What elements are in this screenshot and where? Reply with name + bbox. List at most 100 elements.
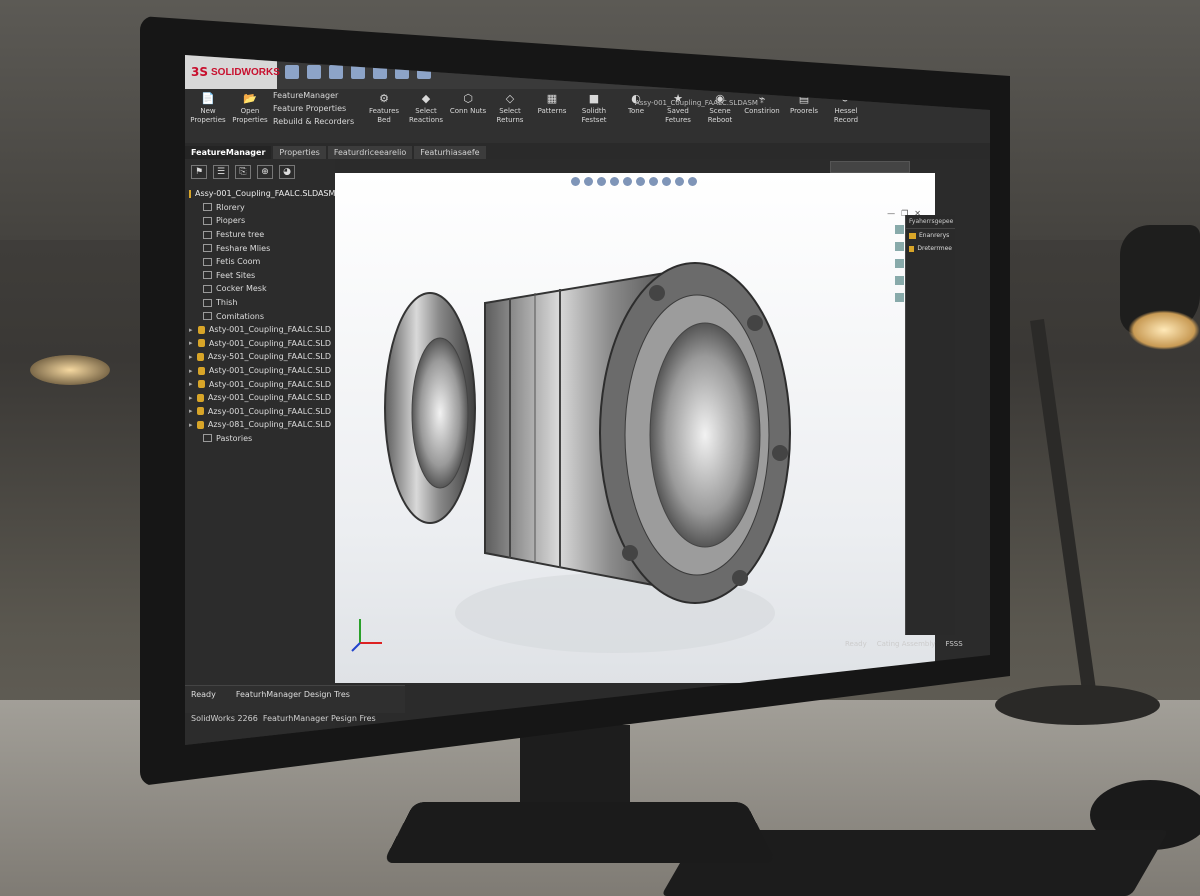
task-pane-item[interactable]: Dreterrmee	[906, 242, 955, 255]
mates-icon	[203, 312, 212, 321]
expand-caret-icon[interactable]: ▸	[189, 407, 193, 415]
tree-item[interactable]: Thish	[189, 296, 331, 310]
part-node[interactable]: ▸ Asty-001_Coupling_FAALC.SLD	[189, 337, 331, 351]
ribbon-button-features[interactable]: ⚙ Features Bed	[365, 91, 403, 125]
command-tabs: FeatureManager Properties Featurdriceear…	[185, 143, 990, 159]
tab-feature-hierarchy[interactable]: Featurhiasaefe	[414, 146, 486, 159]
tab-featuremanager[interactable]: FeatureManager	[185, 146, 272, 159]
pendant-lamp	[30, 355, 110, 385]
status-bar-left: Ready FeaturhManager Design Tres	[185, 685, 405, 713]
plane-icon	[203, 271, 212, 280]
ribbon-button-select-returns[interactable]: ◇ Select Returns	[491, 91, 529, 125]
dimxpert-tab-icon[interactable]: ⊕	[257, 165, 273, 179]
part-node[interactable]: ▸ Azsy-001_Coupling_FAALC.SLD	[189, 391, 331, 405]
folder-icon	[909, 245, 915, 252]
appearances-icon[interactable]	[895, 293, 904, 302]
tree-item[interactable]: Feet Sites	[189, 269, 331, 283]
design-library-icon[interactable]	[895, 242, 904, 251]
expand-caret-icon[interactable]: ▸	[189, 421, 193, 429]
feature-tree-tab-icon[interactable]: ⚑	[191, 165, 207, 179]
expand-caret-icon[interactable]: ▸	[189, 380, 194, 388]
open-folder-icon: 📂	[243, 91, 257, 105]
task-pane: Fyaherrsgepee Enanrerys Dreterrmee	[905, 215, 955, 635]
plane-icon	[203, 284, 212, 293]
part-node[interactable]: ▸ Azsy-081_Coupling_FAALC.SLD	[189, 418, 331, 432]
tree-item[interactable]: Comitations	[189, 309, 331, 323]
task-pane-item[interactable]: Enanrerys	[906, 229, 955, 242]
save-icon[interactable]	[329, 65, 343, 79]
tree-root[interactable]: Assy-001_Coupling_FAALC.SLDASM	[189, 187, 335, 201]
ribbon-button-scene[interactable]: ◉ Scene Reboot	[701, 91, 739, 125]
featuremanager-panel: ⚑ ☰ ⎘ ⊕ ◕ Assy-001_Coupling_FAALC.SLDASM…	[185, 159, 335, 745]
open-properties-button[interactable]: 📂 Open Properties	[231, 91, 269, 125]
rebuild-recorders-button[interactable]: Rebuild & Recorders	[273, 117, 361, 126]
reference-triad	[351, 619, 382, 652]
tree-item[interactable]: Feshare Mlies	[189, 241, 331, 255]
tree-item[interactable]: Cocker Mesk	[189, 282, 331, 296]
new-document-icon: 📄	[201, 91, 215, 105]
new-properties-button[interactable]: 📄 New Properties	[189, 91, 227, 125]
config-manager-tab-icon[interactable]: ⎘	[235, 165, 251, 179]
expand-caret-icon[interactable]: ▸	[189, 353, 193, 361]
search-input[interactable]	[830, 161, 910, 173]
part-node[interactable]: ▸ Asty-001_Coupling_FAALC.SLD	[189, 323, 331, 337]
ds-logo-icon: 3S	[191, 65, 208, 79]
display-manager-tab-icon[interactable]: ◕	[279, 165, 295, 179]
folder-icon	[203, 244, 212, 253]
view-palette-icon[interactable]	[895, 276, 904, 285]
origin-icon	[203, 298, 212, 307]
expand-caret-icon[interactable]: ▸	[189, 326, 194, 334]
task-pane-title: Fyaherrsgepee	[906, 215, 955, 229]
part-icon	[197, 366, 205, 375]
document-title: Assy-001_Coupling_FAALC.SLDASM *	[635, 99, 764, 107]
part-node[interactable]: ▸ Asty-001_Coupling_FAALC.SLD	[189, 364, 331, 378]
part-icon	[197, 407, 204, 416]
tree-item[interactable]: Fetis Coom	[189, 255, 331, 269]
tab-properties[interactable]: Properties	[273, 146, 326, 159]
part-node[interactable]: ▸ Asty-001_Coupling_FAALC.SLD	[189, 377, 331, 391]
property-manager-tab-icon[interactable]: ☰	[213, 165, 229, 179]
folder-icon	[203, 203, 212, 212]
select-icon: ◆	[421, 91, 431, 105]
folder-icon	[203, 216, 212, 225]
monitor-stand-neck	[520, 725, 630, 805]
ribbon-button-conn-nuts[interactable]: ⬡ Conn Nuts	[449, 91, 487, 116]
ribbon-button-saved[interactable]: ★ Saved Fetures	[659, 91, 697, 125]
part-icon	[197, 352, 204, 361]
part-icon	[197, 325, 205, 334]
desk-lamp-light	[1128, 310, 1200, 350]
graphics-area[interactable]: — ❐ ✕	[335, 173, 935, 683]
part-icon	[197, 380, 205, 389]
desk-lamp-base	[995, 685, 1160, 725]
ribbon-column: FeatureManager Feature Properties Rebuil…	[273, 91, 361, 126]
folder-icon	[909, 232, 916, 239]
tree-item[interactable]: Festure tree	[189, 228, 331, 242]
expand-caret-icon[interactable]: ▸	[189, 367, 194, 375]
status-bar-right: Ready Cating Assembly FSSS	[845, 640, 963, 648]
monitor-stand-base	[382, 802, 778, 864]
select-returns-icon: ◇	[505, 91, 515, 105]
resources-icon[interactable]	[895, 225, 904, 234]
part-node[interactable]: ▸ Azsy-001_Coupling_FAALC.SLD	[189, 405, 331, 419]
part-icon	[197, 393, 204, 402]
feature-properties-button[interactable]: Feature Properties	[273, 104, 361, 113]
expand-caret-icon[interactable]: ▸	[189, 339, 194, 347]
panel-tabs: ⚑ ☰ ⎘ ⊕ ◕	[185, 159, 335, 185]
tree-item[interactable]: Rlorery	[189, 201, 331, 215]
tree-item[interactable]: Piopers	[189, 214, 331, 228]
tree-item[interactable]: Pastories	[189, 432, 331, 446]
featuremanager-button[interactable]: FeatureManager	[273, 91, 361, 100]
assembly-icon	[189, 189, 191, 198]
ribbon-button-solid[interactable]: ■ Solidth Festset	[575, 91, 613, 125]
expand-caret-icon[interactable]: ▸	[189, 394, 193, 402]
ribbon-button-patterns[interactable]: ▦ Patterns	[533, 91, 571, 116]
solid-icon: ■	[588, 91, 600, 105]
folder-icon	[203, 230, 212, 239]
file-explorer-icon[interactable]	[895, 259, 904, 268]
part-node[interactable]: ▸ Azsy-501_Coupling_FAALC.SLD	[189, 350, 331, 364]
tab-feature-design[interactable]: Featurdriceearelio	[327, 146, 413, 159]
ribbon-button-select-reactions[interactable]: ◆ Select Reactions	[407, 91, 445, 125]
features-icon: ⚙	[379, 91, 389, 105]
home-icon[interactable]	[285, 65, 299, 79]
open-icon[interactable]	[307, 65, 321, 79]
